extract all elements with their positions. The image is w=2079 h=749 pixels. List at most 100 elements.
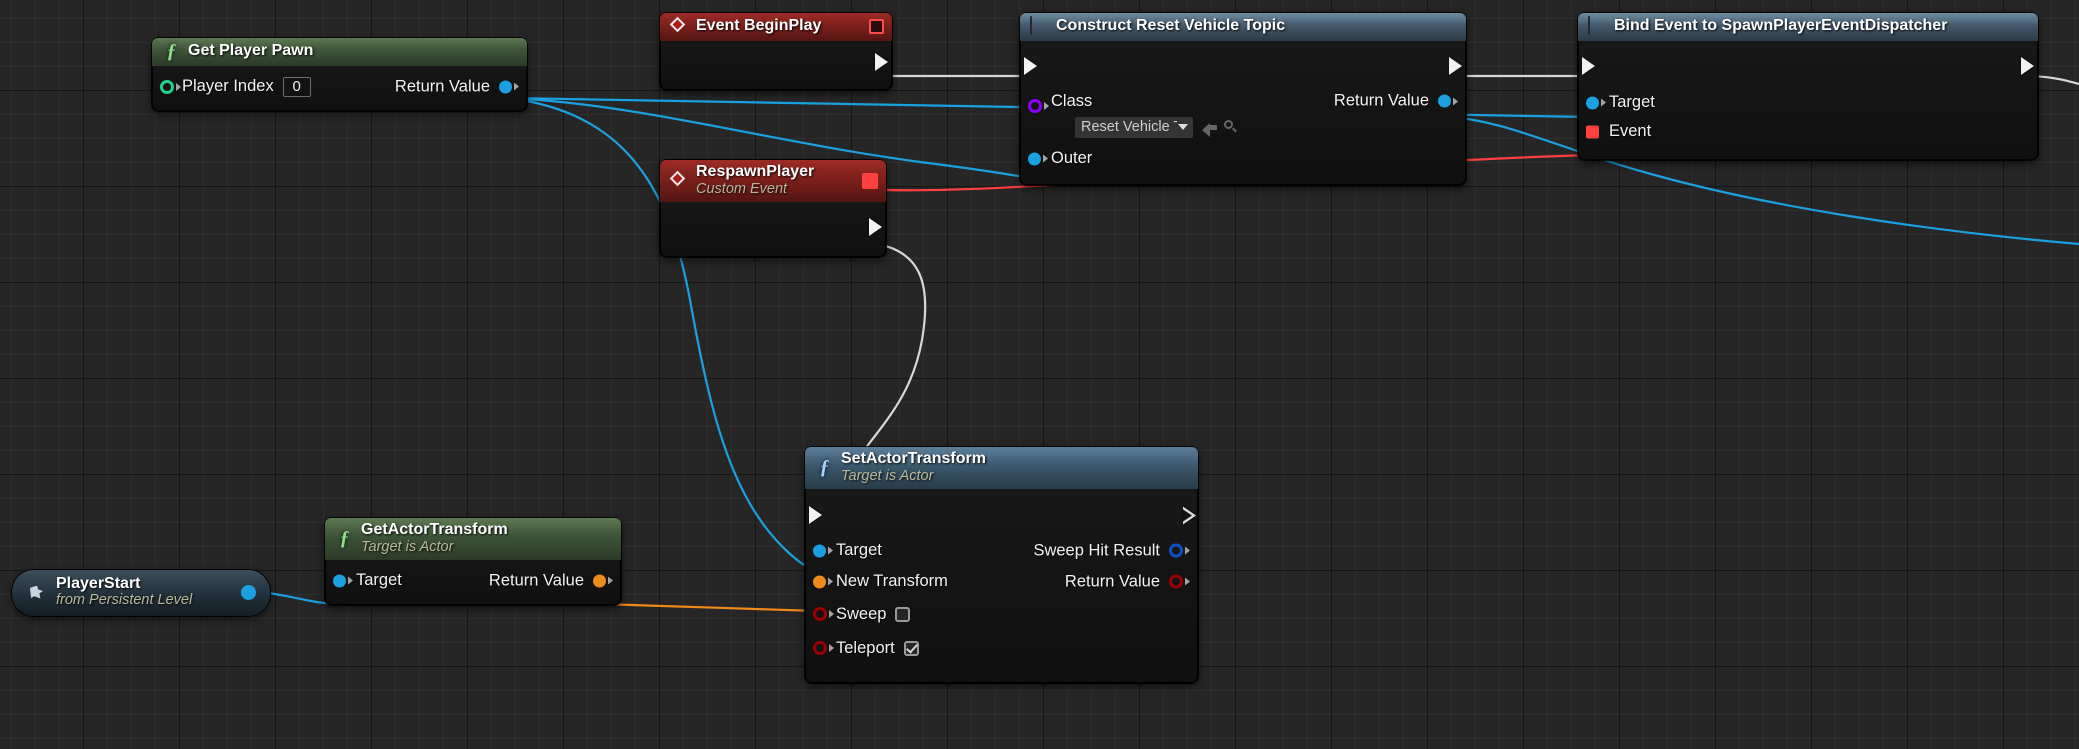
construct-object-icon [1030, 16, 1049, 36]
node-respawn-player[interactable]: RespawnPlayer Custom Event [660, 160, 886, 258]
bool-pin-return-value[interactable]: Return Value [1065, 572, 1190, 591]
pin-row-new-transform[interactable]: New Transform Return Value [805, 566, 1198, 597]
pin-row-target[interactable]: Target [1578, 88, 2038, 117]
exec-pin-out[interactable] [869, 217, 882, 236]
object-pin-player-start-out[interactable] [241, 584, 256, 600]
bool-pin-teleport[interactable] [813, 641, 834, 656]
node-header[interactable]: Construct Reset Vehicle Topic [1020, 13, 1466, 41]
node-header[interactable]: RespawnPlayer Custom Event [660, 160, 886, 203]
player-index-input[interactable]: 0 [282, 76, 311, 97]
function-f-icon: ƒ [339, 527, 350, 549]
pin-label-target: Target [356, 571, 402, 590]
pin-label-sweep-hit-result: Sweep Hit Result [1033, 541, 1160, 560]
actor-reference-icon [28, 583, 48, 602]
node-header[interactable]: Bind Event to SpawnPlayerEventDispatcher [1578, 13, 2038, 41]
node-title: Get Player Pawn [188, 42, 314, 60]
exec-pin-out[interactable] [875, 52, 888, 71]
struct-pin-return-value[interactable]: Return Value [489, 571, 613, 590]
class-dropdown[interactable]: Reset Vehicle To [1075, 116, 1193, 138]
pin-row-teleport[interactable]: Teleport [805, 631, 1198, 665]
chevron-down-icon[interactable] [1178, 124, 1188, 130]
pin-label-outer: Outer [1051, 149, 1093, 167]
pin-row-target[interactable]: Target Sweep Hit Result [805, 535, 1198, 566]
pin-row-exec[interactable] [1020, 51, 1466, 80]
function-f-icon: ƒ [166, 40, 177, 62]
pin-label-sweep: Sweep [836, 604, 887, 623]
construct-object-icon [1588, 16, 1607, 36]
object-pin-outer[interactable] [1028, 152, 1048, 165]
node-player-start[interactable]: PlayerStart from Persistent Level [12, 570, 270, 616]
pin-row-target[interactable]: Target Return Value [325, 566, 621, 595]
exec-pin-in[interactable] [1582, 56, 1595, 75]
node-title: SetActorTransform [841, 450, 986, 467]
blueprint-graph-canvas[interactable]: ƒ Get Player Pawn Player Index 0 Return … [0, 0, 2079, 749]
pin-label-teleport: Teleport [836, 638, 895, 657]
node-get-actor-transform[interactable]: ƒ GetActorTransform Target is Actor Targ… [325, 518, 621, 606]
custom-event-diamond-icon [670, 171, 689, 190]
node-header[interactable]: ƒ GetActorTransform Target is Actor [325, 518, 621, 561]
sweep-checkbox[interactable] [895, 606, 911, 622]
node-bind-event-to-spawn-player-event-dispatcher[interactable]: Bind Event to SpawnPlayerEventDispatcher [1578, 13, 2038, 160]
pin-row-class[interactable]: Class Return Value [1020, 88, 1466, 114]
node-title: Event BeginPlay [696, 17, 822, 35]
node-subtitle: Target is Actor [361, 538, 454, 555]
delegate-output-badge[interactable] [862, 172, 878, 189]
node-title: Construct Reset Vehicle Topic [1056, 17, 1286, 35]
object-pin-target[interactable] [813, 544, 833, 558]
object-pin-target[interactable] [1586, 96, 1606, 109]
bool-pin-sweep[interactable] [813, 607, 834, 622]
exec-pin-out[interactable] [1449, 56, 1462, 75]
node-subtitle: from Persistent Level [56, 592, 193, 609]
pin-label-return-value: Return Value [394, 77, 490, 95]
exec-pin-in[interactable] [1024, 56, 1037, 75]
exec-pin-out[interactable] [1183, 506, 1196, 525]
node-rows: Player Index 0 Return Value [152, 66, 527, 111]
wire-struct-gettransform-to-newtransform [599, 602, 819, 613]
node-header[interactable]: Event BeginPlay [660, 13, 892, 41]
pin-label-target: Target [836, 541, 882, 560]
object-pin-return-value[interactable]: Return Value [395, 77, 519, 96]
pin-row-exec[interactable] [805, 499, 1198, 531]
node-subtitle: Custom Event [696, 180, 788, 197]
node-rows: Target Event [1578, 41, 2038, 160]
node-title: Bind Event to SpawnPlayerEventDispatcher [1614, 17, 1948, 35]
pin-row-exec-out[interactable] [660, 212, 886, 241]
node-rows [660, 202, 886, 257]
node-event-begin-play[interactable]: Event BeginPlay [660, 13, 892, 90]
pin-row-player-index[interactable]: Player Index 0 Return Value [152, 72, 527, 101]
pin-row-sweep[interactable]: Sweep [805, 597, 1198, 631]
browse-back-icon[interactable] [1202, 120, 1218, 137]
exec-pin-out[interactable] [2021, 56, 2034, 75]
struct-pin-new-transform[interactable] [813, 575, 833, 589]
node-set-actor-transform[interactable]: ƒ SetActorTransform Target is Actor Targ… [805, 447, 1198, 684]
node-stop-badge[interactable] [869, 19, 884, 34]
node-get-player-pawn[interactable]: ƒ Get Player Pawn Player Index 0 Return … [152, 38, 527, 111]
node-title: PlayerStart [56, 575, 141, 593]
pin-row-exec-out[interactable] [660, 47, 892, 76]
pin-label-new-transform: New Transform [836, 572, 948, 591]
row-class-dropdown[interactable]: Reset Vehicle To [1020, 114, 1466, 140]
node-subtitle: Target is Actor [841, 467, 934, 484]
pin-row-exec[interactable] [1578, 51, 2038, 80]
int-pin-player-index[interactable] [160, 79, 181, 94]
node-rows: Class Return Value Reset Vehicle To [1020, 41, 1466, 185]
event-diamond-icon [670, 17, 689, 36]
pin-label-event: Event [1609, 122, 1652, 140]
class-pin-in[interactable] [1028, 99, 1049, 114]
hit-result-pin-sweep-hit-result[interactable]: Sweep Hit Result [1033, 541, 1190, 560]
delegate-pin-event[interactable] [1586, 125, 1599, 138]
node-header[interactable]: ƒ Get Player Pawn [152, 38, 527, 66]
pin-row-event[interactable]: Event [1578, 117, 2038, 146]
node-rows [660, 41, 892, 90]
object-pin-return-value[interactable]: Return Value [1334, 92, 1458, 111]
pin-label-return-value: Return Value [1333, 91, 1429, 110]
pin-label-return-value: Return Value [488, 571, 584, 590]
search-icon[interactable] [1224, 119, 1239, 135]
node-construct-reset-vehicle-topic[interactable]: Construct Reset Vehicle Topic Class Retu… [1020, 13, 1466, 185]
teleport-checkbox[interactable] [903, 640, 919, 656]
exec-pin-in[interactable] [809, 506, 822, 525]
object-pin-target[interactable] [333, 574, 353, 588]
node-title: RespawnPlayer [696, 163, 815, 180]
pin-row-outer[interactable]: Outer [1020, 144, 1466, 173]
node-header[interactable]: ƒ SetActorTransform Target is Actor [805, 447, 1198, 490]
